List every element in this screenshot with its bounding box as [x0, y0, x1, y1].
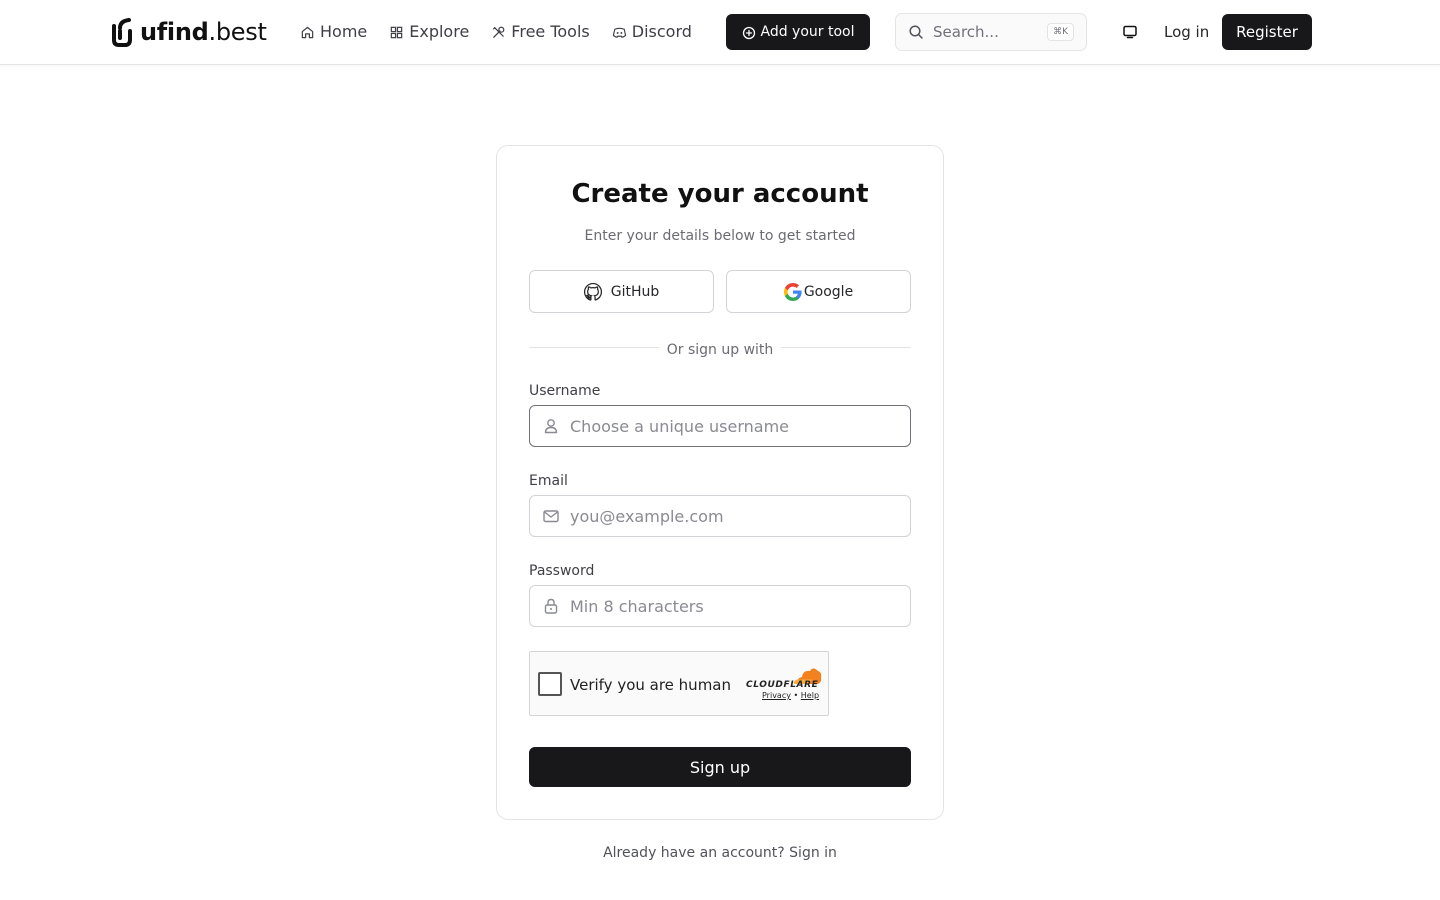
nav-explore[interactable]: Explore [389, 17, 469, 45]
main-nav: Home Explore Free Tools Discord [300, 17, 714, 45]
divider-label: Or sign up with [497, 339, 943, 358]
username-label: Username [529, 383, 601, 399]
search-placeholder: Search... [933, 23, 999, 41]
nav-discord-label: Discord [631, 21, 692, 41]
add-your-tool-label: Add your tool [760, 24, 855, 40]
captcha-links: Privacy • Help [762, 691, 819, 700]
discord-icon [612, 27, 626, 38]
user-icon [544, 419, 558, 434]
ufind-logo-icon [112, 18, 132, 47]
plus-circle-icon [742, 26, 755, 40]
mail-icon [543, 510, 559, 523]
site-logo[interactable]: ufind .best [111, 15, 267, 49]
add-your-tool-button[interactable]: Add your tool [726, 14, 870, 50]
monitor-icon [1123, 25, 1137, 39]
username-input[interactable] [570, 416, 890, 436]
password-label: Password [529, 563, 595, 579]
theme-toggle-button[interactable] [1118, 20, 1142, 44]
github-signup-button[interactable]: GitHub [529, 270, 714, 313]
lock-icon [544, 598, 558, 614]
google-label: Google [803, 283, 854, 300]
logo-name: ufind [140, 18, 209, 46]
captcha-help-link[interactable]: Help [801, 691, 819, 700]
nav-explore-label: Explore [409, 21, 470, 41]
captcha-checkbox[interactable] [538, 672, 562, 696]
github-icon [583, 282, 602, 301]
home-icon [301, 26, 314, 39]
nav-discord[interactable]: Discord [612, 17, 692, 45]
signup-card: Create your account Enter your details b… [496, 145, 944, 820]
email-input[interactable] [570, 506, 890, 526]
register-button[interactable]: Register [1222, 14, 1312, 50]
search-icon [909, 25, 923, 39]
google-signup-button[interactable]: Google [726, 270, 911, 313]
signin-link[interactable]: Sign in [789, 845, 837, 861]
nav-free-tools-label: Free Tools [511, 21, 590, 41]
divider-text: Or sign up with [658, 342, 782, 358]
password-input[interactable] [570, 596, 890, 616]
page-subtitle: Enter your details below to get started [584, 228, 856, 244]
nav-home-label: Home [320, 21, 368, 41]
cloudflare-brand: CLOUDFLARE [746, 680, 819, 690]
top-navbar: ufind .best Home Explore Free Tools Disco… [0, 0, 1440, 65]
captcha-widget: Verify you are human CLOUDFLARE Privacy … [529, 651, 829, 716]
email-field[interactable] [529, 495, 911, 537]
password-field[interactable] [529, 585, 911, 627]
captcha-label: Verify you are human [570, 676, 732, 694]
nav-free-tools[interactable]: Free Tools [491, 17, 590, 45]
captcha-privacy-link[interactable]: Privacy [762, 691, 791, 700]
search-shortcut-badge: ⌘K [1047, 23, 1074, 41]
signin-prompt: Already have an account? Sign in [0, 845, 1440, 861]
logo-tld: .best [208, 18, 267, 46]
grid-icon [390, 26, 403, 39]
nav-home[interactable]: Home [300, 17, 367, 45]
login-link[interactable]: Log in [1164, 23, 1209, 41]
captcha-link-separator: • [793, 691, 799, 700]
signup-button[interactable]: Sign up [529, 747, 911, 787]
signin-prompt-text: Already have an account? [603, 845, 785, 861]
google-icon [783, 282, 802, 301]
username-field[interactable] [529, 405, 911, 447]
page-title: Create your account [571, 179, 869, 209]
search-box[interactable]: Search... ⌘K [895, 13, 1087, 51]
github-label: GitHub [610, 283, 660, 300]
email-label: Email [529, 473, 568, 489]
tools-icon [493, 26, 505, 38]
